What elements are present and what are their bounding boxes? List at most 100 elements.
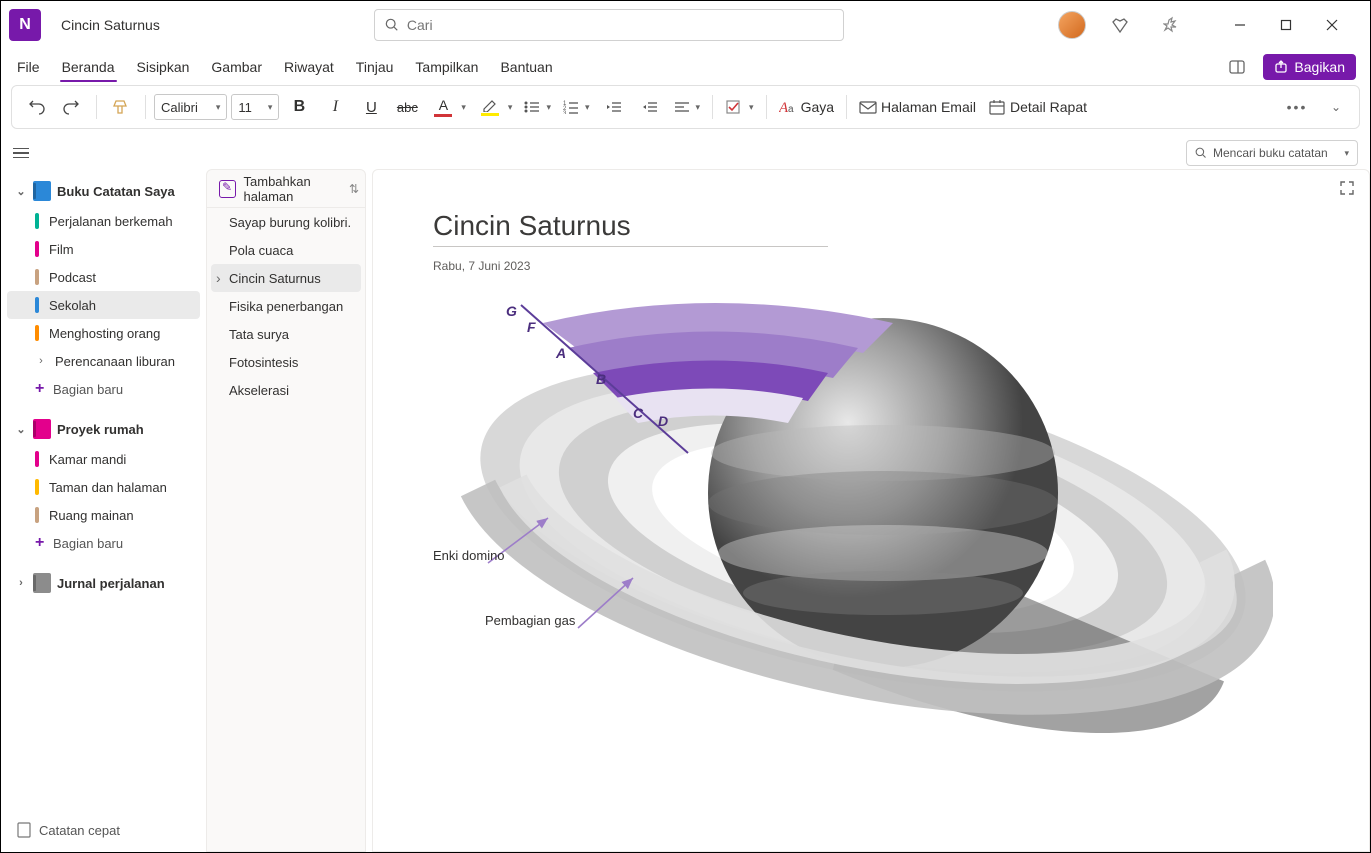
search-box[interactable] <box>374 9 844 41</box>
saturn-drawing <box>453 293 1273 753</box>
expand-button[interactable] <box>1339 180 1355 199</box>
email-page-button[interactable]: Halaman Email <box>855 91 980 123</box>
meeting-details-button[interactable]: Detail Rapat <box>984 91 1091 123</box>
ribbon-collapse-button[interactable]: ⌄ <box>1319 91 1351 123</box>
search-input[interactable] <box>407 17 833 33</box>
app-icon: N <box>9 9 41 41</box>
section-item[interactable]: Sekolah <box>7 291 200 319</box>
notebook-item[interactable]: ›Jurnal perjalanan <box>7 567 200 599</box>
ring-label-d: D <box>658 413 668 429</box>
section-item[interactable]: Film <box>7 235 200 263</box>
todo-tag-button[interactable]: ▾ <box>721 91 758 123</box>
panel-toggle-icon[interactable] <box>1221 51 1253 83</box>
notebook-item[interactable]: ⌄Buku Catatan Saya <box>7 175 200 207</box>
premium-icon[interactable] <box>1102 7 1138 43</box>
strikethrough-button[interactable]: abc <box>391 91 423 123</box>
tab-draw[interactable]: Gambar <box>209 55 264 79</box>
plus-icon: + <box>35 380 43 398</box>
notebook-tree: ⌄Buku Catatan SayaPerjalanan berkemah Fil… <box>1 169 206 852</box>
nav-toggle-button[interactable] <box>13 141 37 165</box>
italic-button[interactable]: I <box>319 91 351 123</box>
tab-help[interactable]: Bantuan <box>498 55 554 79</box>
quick-notes-label: Catatan cepat <box>39 823 120 838</box>
close-button[interactable] <box>1310 9 1354 41</box>
annotation-enki[interactable]: Enki domino <box>433 548 505 563</box>
ribbon: Calibri▾ 11▾ B I U abc A▾ ▾ ▾ 123▾ ▾ ▾ A… <box>11 85 1360 129</box>
section-item[interactable]: Perjalanan berkemah <box>7 207 200 235</box>
page-item-title: Sayap burung kolibri. <box>229 215 351 230</box>
quick-notes-button[interactable]: Catatan cepat <box>7 814 200 846</box>
format-painter-button[interactable] <box>105 91 137 123</box>
add-section-button[interactable]: +Bagian baru <box>7 529 200 557</box>
undo-button[interactable] <box>20 91 52 123</box>
section-name: Film <box>49 242 74 257</box>
sort-icon[interactable]: ⇅ <box>349 182 359 196</box>
add-page-label: Tambahkan halaman <box>244 174 353 204</box>
calendar-icon <box>988 99 1006 115</box>
section-item[interactable]: Podcast <box>7 263 200 291</box>
font-name-select[interactable]: Calibri▾ <box>154 94 227 120</box>
font-size-select[interactable]: 11▾ <box>231 94 279 120</box>
page-item[interactable]: Fisika penerbangan <box>211 292 361 320</box>
add-section-button[interactable]: +Bagian baru <box>7 375 200 403</box>
ring-label-c: C <box>633 405 643 421</box>
sparkle-icon[interactable] <box>1154 7 1190 43</box>
section-group-item[interactable]: ›Perencanaan liburan <box>7 347 200 375</box>
tab-home[interactable]: Beranda <box>60 55 117 79</box>
tab-file[interactable]: File <box>15 55 42 79</box>
page-item[interactable]: Fotosintesis <box>211 348 361 376</box>
section-name: Taman dan halaman <box>49 480 167 495</box>
notebook-item[interactable]: ⌄Proyek rumah <box>7 413 200 445</box>
numbering-button[interactable]: 123▾ <box>559 91 594 123</box>
minimize-button[interactable] <box>1218 9 1262 41</box>
avatar[interactable] <box>1058 11 1086 39</box>
indent-button[interactable] <box>634 91 666 123</box>
section-color-tab <box>35 479 39 495</box>
page-item[interactable]: Cincin Saturnus <box>211 264 361 292</box>
styles-button[interactable]: AaGaya <box>775 91 838 123</box>
tab-review[interactable]: Tinjau <box>354 55 396 79</box>
chevron-icon: › <box>35 355 47 367</box>
ring-label-a: A <box>556 345 566 361</box>
add-page-button[interactable]: Tambahkan halaman ⇅ <box>207 170 365 208</box>
highlight-button[interactable]: ▾ <box>474 91 517 123</box>
more-commands-button[interactable]: ••• <box>1281 91 1313 123</box>
page-item-title: Pola cuaca <box>229 243 293 258</box>
plus-icon: + <box>35 534 43 552</box>
align-button[interactable]: ▾ <box>670 91 705 123</box>
share-label: Bagikan <box>1294 59 1345 75</box>
chevron-down-icon: ▾ <box>1344 148 1349 159</box>
underline-button[interactable]: U <box>355 91 387 123</box>
bold-button[interactable]: B <box>283 91 315 123</box>
search-notebook-button[interactable]: Mencari buku catatan ▾ <box>1186 140 1358 166</box>
share-button[interactable]: Bagikan <box>1263 54 1356 80</box>
section-item[interactable]: Ruang mainan <box>7 501 200 529</box>
maximize-button[interactable] <box>1264 9 1308 41</box>
annotation-gas[interactable]: Pembagian gas <box>485 613 575 628</box>
tab-history[interactable]: Riwayat <box>282 55 336 79</box>
section-name: Sekolah <box>49 298 96 313</box>
tab-view[interactable]: Tampilkan <box>413 55 480 79</box>
bullets-button[interactable]: ▾ <box>520 91 555 123</box>
section-item[interactable]: Menghosting orang <box>7 319 200 347</box>
page-icon <box>17 822 31 838</box>
page-canvas[interactable]: Cincin Saturnus Rabu, 7 Juni 2023 <box>372 169 1370 852</box>
styles-label: Gaya <box>801 99 834 115</box>
notebook-icon <box>33 573 51 593</box>
search-icon <box>385 18 399 32</box>
page-item[interactable]: Tata surya <box>211 320 361 348</box>
chevron-down-icon: ▾ <box>696 102 701 113</box>
font-color-button[interactable]: A▾ <box>427 91 470 123</box>
tab-insert[interactable]: Sisipkan <box>135 55 192 79</box>
page-item[interactable]: Pola cuaca <box>211 236 361 264</box>
font-size-value: 11 <box>238 100 252 115</box>
section-item[interactable]: Kamar mandi <box>7 445 200 473</box>
page-item[interactable]: Akselerasi <box>211 376 361 404</box>
section-item[interactable]: Taman dan halaman <box>7 473 200 501</box>
notebook-icon <box>33 419 51 439</box>
page-title[interactable]: Cincin Saturnus <box>433 210 1309 242</box>
share-icon <box>1274 60 1288 74</box>
redo-button[interactable] <box>56 91 88 123</box>
page-item[interactable]: Sayap burung kolibri. <box>211 208 361 236</box>
outdent-button[interactable] <box>598 91 630 123</box>
